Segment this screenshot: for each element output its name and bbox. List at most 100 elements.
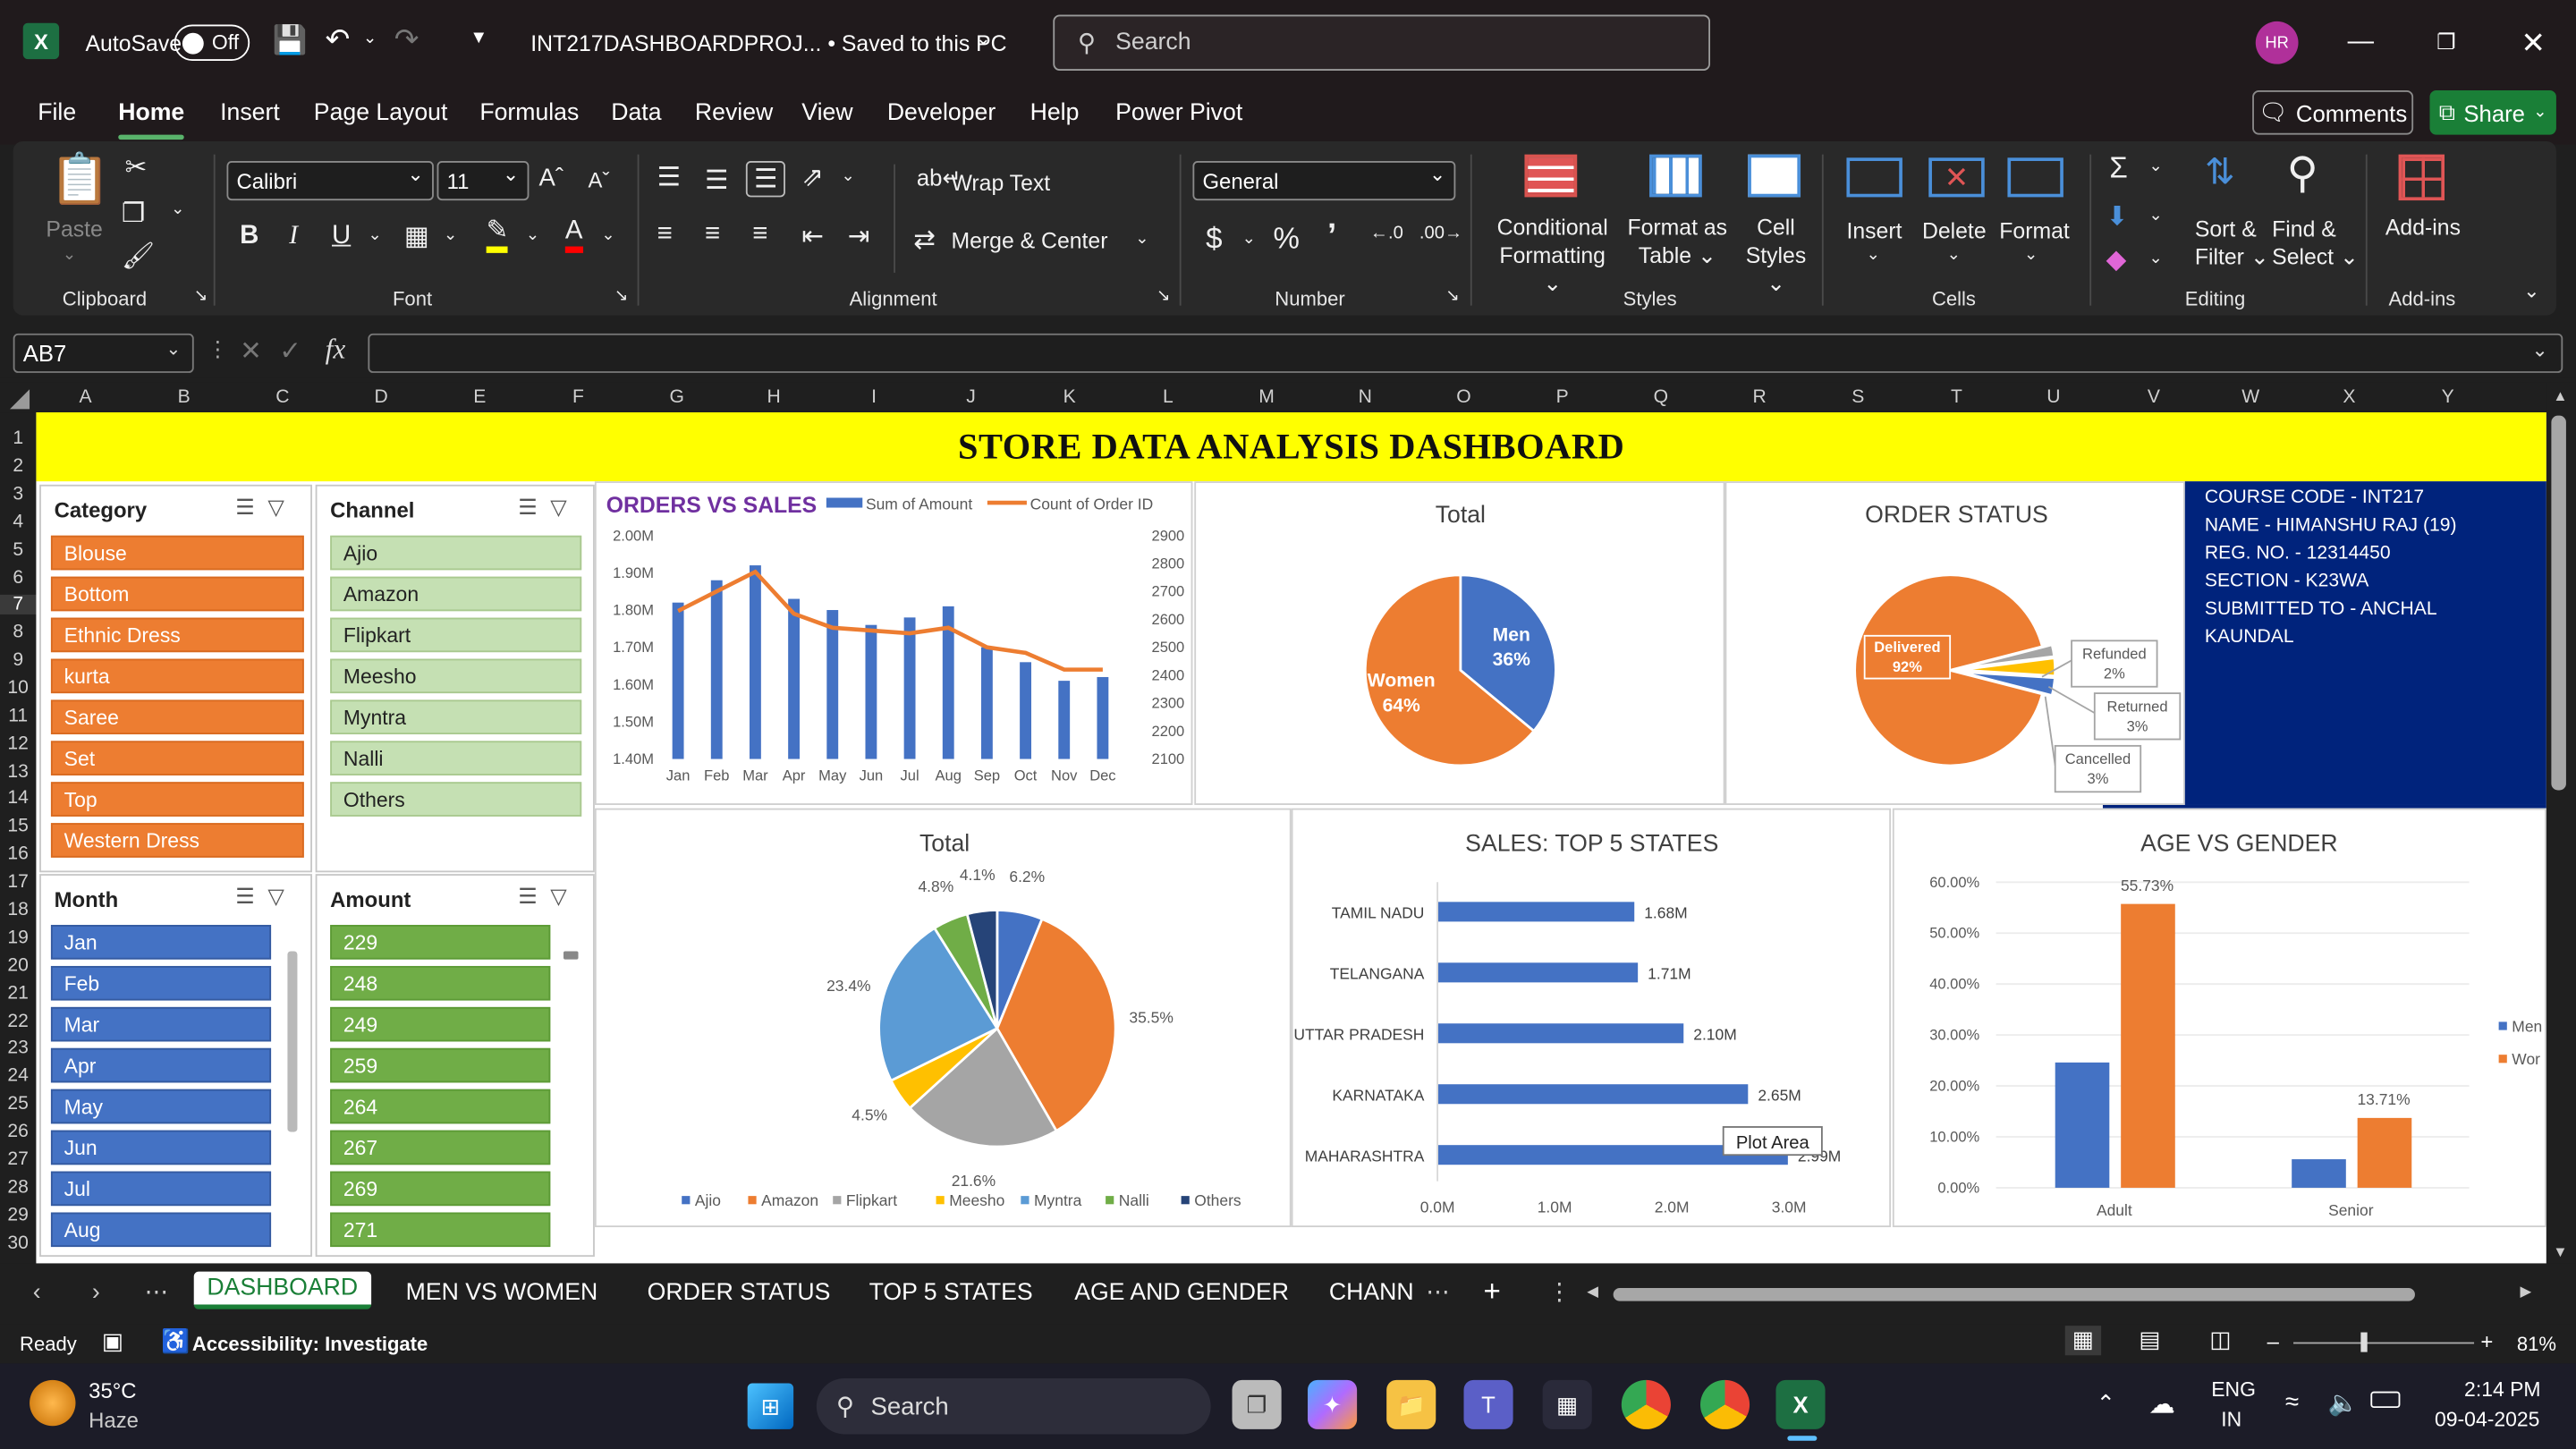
row-header[interactable]: 27 xyxy=(0,1150,36,1170)
multiselect-filter-icon[interactable]: ☰▽ xyxy=(518,495,580,521)
cell-styles-icon[interactable] xyxy=(1748,154,1801,198)
merge-center-button[interactable]: Merge & Center xyxy=(951,228,1107,253)
category-slicer-item[interactable]: Top xyxy=(50,782,304,817)
column-header[interactable]: G xyxy=(660,387,693,407)
macro-record-icon[interactable]: ▣ xyxy=(102,1327,123,1355)
month-slicer-item[interactable]: Jan xyxy=(50,925,272,960)
bold-icon[interactable]: B xyxy=(240,222,258,251)
clear-dropdown-icon[interactable]: ⌄ xyxy=(2148,250,2162,267)
fill-color-icon[interactable]: ✎ xyxy=(486,216,509,253)
row-header[interactable]: 19 xyxy=(0,928,36,948)
font-color-icon[interactable]: A xyxy=(564,216,583,253)
channel-slicer-item[interactable]: Meesho xyxy=(330,658,582,694)
amount-slicer-item[interactable]: 259 xyxy=(330,1047,551,1083)
taskbar-search[interactable]: ⚲ Search xyxy=(816,1377,1211,1435)
row-header[interactable]: 17 xyxy=(0,872,36,892)
category-slicer-item[interactable]: Bottom xyxy=(50,576,304,612)
insert-cells-button[interactable]: Insert xyxy=(1846,218,1902,243)
vertical-scrollbar[interactable]: ▲ ▼ xyxy=(2546,382,2576,1264)
month-slicer-item[interactable]: Apr xyxy=(50,1047,272,1083)
font-name-combo[interactable]: Calibri xyxy=(226,160,434,201)
scroll-up-icon[interactable]: ▲ xyxy=(2553,387,2567,403)
menu-power-pivot[interactable]: Power Pivot xyxy=(1115,100,1242,126)
column-header[interactable]: L xyxy=(1152,387,1185,407)
alignment-launcher-icon[interactable]: ↘ xyxy=(1157,287,1170,305)
top-states-chart[interactable]: SALES: TOP 5 STATES TAMIL NADU 1.68M TELANG… xyxy=(1291,808,1892,1228)
sales-bar[interactable] xyxy=(980,647,993,759)
undo-dropdown-icon[interactable]: ⌄ xyxy=(363,30,377,47)
number-launcher-icon[interactable]: ↘ xyxy=(1445,287,1459,305)
tab-scroll-right-icon[interactable]: › xyxy=(92,1280,100,1306)
delete-dropdown-icon[interactable]: ⌄ xyxy=(1946,247,1960,265)
find-select-button[interactable]: Find & Select ⌄ xyxy=(2272,216,2359,271)
month-slicer-item[interactable]: Aug xyxy=(50,1212,272,1248)
menu-help[interactable]: Help xyxy=(1030,100,1080,126)
channel-slicer-item[interactable]: Amazon xyxy=(330,576,582,612)
tab-channel[interactable]: CHANN xyxy=(1329,1280,1414,1306)
increase-font-icon[interactable]: Aˆ xyxy=(538,165,564,192)
category-slicer-item[interactable]: Western Dress xyxy=(50,823,304,858)
age-gender-bar[interactable] xyxy=(2292,1159,2346,1188)
sales-bar[interactable] xyxy=(672,602,684,759)
comma-style-icon[interactable]: ’ xyxy=(1327,218,1336,256)
zoom-out-icon[interactable]: – xyxy=(2267,1329,2279,1354)
normal-view-icon[interactable]: ▦ xyxy=(2064,1326,2102,1356)
menu-file[interactable]: File xyxy=(38,100,76,126)
add-ins-button[interactable]: Add-ins xyxy=(2385,216,2461,241)
amount-slicer-item[interactable]: 264 xyxy=(330,1089,551,1124)
row-header[interactable]: 5 xyxy=(0,540,36,560)
row-header[interactable]: 20 xyxy=(0,956,36,976)
show-hidden-icons[interactable]: ⌃ xyxy=(2097,1390,2116,1418)
channel-pie-chart[interactable]: Total 6.2% 35.5% 21.6% 4.5% 23.4% 4.8% 4.1% Ajio… xyxy=(594,808,1292,1228)
currency-dropdown-icon[interactable]: ⌄ xyxy=(1242,230,1256,248)
copy-dropdown-icon[interactable]: ⌄ xyxy=(171,200,184,218)
category-slicer-item[interactable]: Saree xyxy=(50,699,304,735)
row-header[interactable]: 29 xyxy=(0,1206,36,1225)
column-header[interactable]: Q xyxy=(1645,387,1678,407)
row-header[interactable]: 26 xyxy=(0,1122,36,1141)
autosum-icon[interactable]: Σ xyxy=(2109,151,2127,186)
row-header[interactable]: 1 xyxy=(0,428,36,448)
column-header[interactable]: O xyxy=(1447,387,1480,407)
font-color-dropdown-icon[interactable]: ⌄ xyxy=(601,226,614,244)
sales-bar[interactable] xyxy=(865,624,877,759)
multiselect-filter-icon[interactable]: ☰▽ xyxy=(518,884,580,910)
function-icon[interactable]: fx xyxy=(326,334,346,367)
decrease-decimal-icon[interactable]: .00→ xyxy=(1419,224,1462,243)
row-header[interactable]: 11 xyxy=(0,707,36,726)
column-header[interactable]: D xyxy=(365,387,398,407)
increase-decimal-icon[interactable]: ←.0 xyxy=(1370,224,1403,243)
column-header[interactable]: F xyxy=(562,387,595,407)
orders-vs-sales-chart[interactable]: ORDERS VS SALES Sum of Amount Count of Ord… xyxy=(594,481,1193,805)
channel-slicer[interactable]: Channel ☰▽ Ajio Amazon Flipkart Meesho Myntr… xyxy=(315,484,595,873)
row-header[interactable]: 8 xyxy=(0,623,36,642)
teams-icon[interactable]: T xyxy=(1463,1379,1513,1429)
row-header[interactable]: 22 xyxy=(0,1012,36,1031)
task-view-icon[interactable]: ❐ xyxy=(1232,1379,1282,1429)
zoom-in-icon[interactable]: + xyxy=(2480,1329,2493,1354)
month-slicer-item[interactable]: Mar xyxy=(50,1006,272,1042)
borders-icon[interactable]: ▦ xyxy=(404,220,429,253)
row-header[interactable]: 2 xyxy=(0,457,36,477)
share-button[interactable]: ⧉ Share ⌄ xyxy=(2429,90,2556,135)
column-header[interactable]: N xyxy=(1349,387,1382,407)
scroll-thumb[interactable] xyxy=(2551,415,2566,791)
column-header[interactable]: K xyxy=(1053,387,1086,407)
month-slicer-item[interactable]: Jul xyxy=(50,1171,272,1207)
accessibility-status[interactable]: Accessibility: Investigate xyxy=(192,1333,428,1356)
menu-page-layout[interactable]: Page Layout xyxy=(314,100,448,126)
wifi-icon[interactable]: ≈ xyxy=(2285,1388,2299,1416)
insert-cells-icon[interactable] xyxy=(1846,157,1902,198)
amount-slicer-item[interactable]: 229 xyxy=(330,925,551,960)
horizontal-scrollbar[interactable] xyxy=(1613,1287,2415,1301)
hscroll-left-icon[interactable]: ◀ xyxy=(1587,1283,1603,1301)
column-header[interactable]: T xyxy=(1940,387,1973,407)
conditional-formatting-button[interactable]: Conditional Formatting ⌄ xyxy=(1495,214,1610,298)
align-center-icon[interactable]: ≡ xyxy=(705,220,720,250)
sort-filter-icon[interactable]: ⇅ xyxy=(2205,151,2235,194)
hscroll-right-icon[interactable]: ▶ xyxy=(2520,1283,2531,1301)
sales-bar[interactable] xyxy=(903,617,916,759)
menu-review[interactable]: Review xyxy=(695,100,773,126)
month-slicer-item[interactable]: Feb xyxy=(50,965,272,1001)
add-ins-icon[interactable] xyxy=(2398,154,2445,201)
